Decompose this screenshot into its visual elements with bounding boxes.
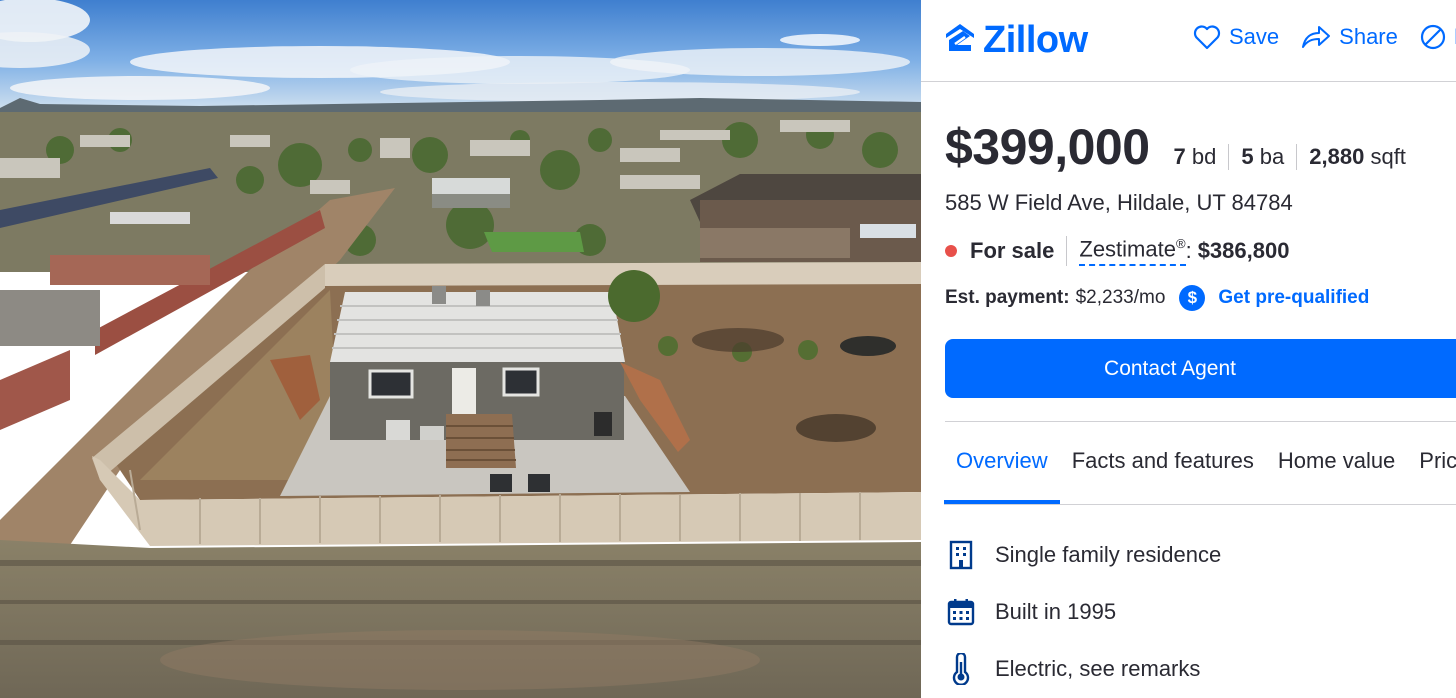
zestimate-value: $386,800: [1197, 238, 1290, 263]
header-bar: Zillow Save Share: [921, 0, 1456, 82]
fact-divider: [1296, 144, 1298, 170]
section-divider: [945, 421, 1456, 422]
status-divider: [1066, 236, 1068, 266]
payment-value: $2,233/mo: [1075, 287, 1166, 308]
registered-mark: ®: [1175, 236, 1186, 252]
fact-divider: [1228, 144, 1230, 170]
sqft-value: 2,880: [1309, 144, 1365, 169]
zestimate-link[interactable]: Zestimate®: [1079, 236, 1186, 266]
share-button[interactable]: Share: [1301, 24, 1398, 50]
baths-unit: ba: [1259, 144, 1285, 169]
price-row: $399,000 7 bd 5 ba 2,880 sqft: [945, 118, 1406, 176]
share-icon: [1301, 25, 1331, 49]
calendar-icon: [945, 598, 977, 626]
heart-icon: [1193, 24, 1221, 50]
hide-icon: [1420, 24, 1446, 50]
status-dot-icon: [945, 245, 957, 257]
contact-agent-button[interactable]: Contact Agent: [945, 339, 1456, 398]
dollar-icon: $: [1179, 285, 1206, 311]
building-icon: [945, 540, 977, 570]
header-actions: Save Share: [1193, 24, 1456, 50]
detail-tabs: Overview Facts and features Home value P…: [944, 448, 1456, 504]
feature-heating-label: Electric, see remarks: [995, 655, 1201, 681]
tab-overview[interactable]: Overview: [944, 448, 1060, 504]
feature-home-type: Single family residence: [945, 526, 1221, 583]
save-label: Save: [1229, 24, 1280, 49]
status-row: For sale Zestimate®: $386,800: [945, 236, 1289, 266]
zillow-logo[interactable]: Zillow: [943, 20, 1088, 60]
beds: 7 bd: [1174, 144, 1217, 170]
details-panel: Zillow Save Share $399,000 7 bd 5 ba 2,8…: [921, 0, 1456, 698]
feature-year-built: Built in 1995: [945, 583, 1221, 640]
zestimate-colon: :: [1185, 238, 1192, 263]
overview-features: Single family residence Built in 1995 El…: [945, 526, 1221, 697]
listing-price: $399,000: [945, 119, 1150, 175]
beds-value: 7: [1173, 144, 1186, 169]
listing-address: 585 W Field Ave, Hildale, UT 84784: [945, 190, 1293, 215]
sqft-unit: sqft: [1370, 144, 1406, 169]
feature-heating: Electric, see remarks: [945, 640, 1221, 697]
share-label: Share: [1339, 24, 1398, 49]
baths-value: 5: [1241, 144, 1254, 169]
listing-photo[interactable]: [0, 0, 921, 698]
bed-bath-sqft: 7 bd 5 ba 2,880 sqft: [1174, 144, 1406, 170]
thermometer-icon: [945, 652, 977, 685]
tabs-divider: [944, 504, 1456, 505]
zillow-house-icon: [943, 22, 977, 59]
tab-home-value[interactable]: Home value: [1266, 448, 1407, 504]
hide-button[interactable]: H: [1420, 24, 1456, 50]
zillow-wordmark: Zillow: [983, 19, 1088, 61]
sqft: 2,880 sqft: [1309, 144, 1406, 170]
baths: 5 ba: [1241, 144, 1284, 170]
listing-page: Zillow Save Share $399,000 7 bd 5 ba 2,8…: [0, 0, 1456, 698]
beds-unit: bd: [1191, 144, 1217, 169]
tab-facts-and-features[interactable]: Facts and features: [1060, 448, 1266, 504]
zestimate-label: Zestimate: [1079, 236, 1176, 262]
feature-home-type-label: Single family residence: [995, 541, 1222, 567]
listing-status: For sale: [970, 238, 1055, 263]
payment-label: Est. payment:: [945, 287, 1070, 308]
payment-row: Est. payment: $2,233/mo $ Get pre-qualif…: [945, 285, 1369, 311]
feature-year-built-label: Built in 1995: [995, 598, 1117, 624]
tab-price-history[interactable]: Pric: [1407, 448, 1456, 504]
save-button[interactable]: Save: [1193, 24, 1279, 50]
aerial-house-image: [0, 0, 921, 698]
get-pre-qualified-link[interactable]: Get pre-qualified: [1218, 287, 1369, 309]
